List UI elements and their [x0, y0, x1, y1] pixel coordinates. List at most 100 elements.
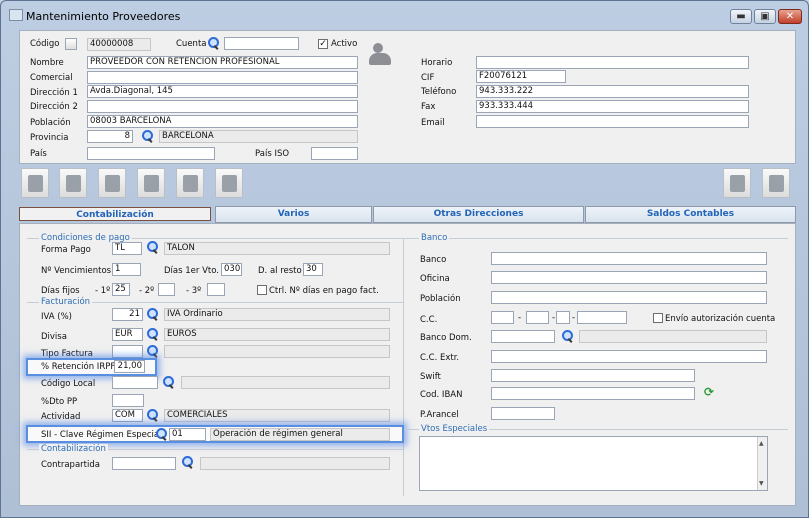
cuenta-search-icon[interactable]: [207, 37, 220, 50]
nombre-field[interactable]: PROVEEDOR CON RETENCIÓN PROFESIONAL: [87, 56, 358, 69]
cuenta-field[interactable]: [224, 37, 299, 50]
direccion1-label: Dirección 1: [30, 88, 78, 98]
contacts-icon[interactable]: [369, 43, 395, 67]
toolbar-delete-icon[interactable]: [215, 168, 243, 198]
d-al-resto-label: D. al resto: [258, 266, 302, 276]
maximize-button[interactable]: ▣: [754, 9, 776, 24]
retencion-label: % Retención IRPF: [41, 362, 116, 372]
ctrl-dias-label: Ctrl. Nº días en pago fact.: [269, 286, 379, 296]
close-button[interactable]: ✕: [778, 9, 802, 24]
toolbar-print-icon[interactable]: [723, 168, 751, 198]
pais-label: País: [30, 149, 47, 159]
vtos-scrollbar[interactable]: ▲ ▼: [757, 437, 767, 490]
codigo-local-search-icon[interactable]: [162, 376, 175, 389]
banco-poblacion-field[interactable]: [491, 291, 767, 304]
iva-label: IVA (%): [41, 312, 73, 322]
p-arancel-field[interactable]: [491, 407, 555, 420]
provincia-code-field[interactable]: 8: [87, 130, 133, 143]
tipo-factura-search-icon[interactable]: [146, 345, 159, 358]
cc-oficina-field[interactable]: [526, 311, 549, 324]
direccion2-field[interactable]: [87, 100, 358, 113]
telefono-field[interactable]: 943.333.222: [476, 85, 749, 98]
comercial-field[interactable]: [87, 71, 358, 84]
cc-extr-field[interactable]: [491, 350, 767, 363]
dto-pp-field[interactable]: [112, 394, 144, 407]
actividad-search-icon[interactable]: [146, 409, 159, 422]
iva-search-icon[interactable]: [146, 308, 159, 321]
iban-field[interactable]: [491, 387, 695, 400]
cc-dc-field[interactable]: [556, 311, 570, 324]
toolbar-first-icon[interactable]: [21, 168, 49, 198]
pais-iso-field[interactable]: [311, 147, 358, 160]
codigo-local-label: Código Local: [41, 379, 96, 389]
toolbar-exit-icon[interactable]: [762, 168, 790, 198]
codigo-local-field[interactable]: [112, 376, 158, 389]
horario-field[interactable]: [476, 56, 749, 69]
scroll-down-icon[interactable]: ▼: [759, 480, 764, 487]
envio-autorizacion-label: Envío autorización cuenta: [665, 314, 776, 324]
dias-1er-vto-field[interactable]: 030: [221, 263, 242, 276]
iban-refresh-icon[interactable]: ⟳: [704, 385, 714, 399]
poblacion-field[interactable]: 08003 BARCELONA: [87, 115, 358, 128]
ctrl-dias-checkbox[interactable]: [257, 285, 267, 295]
dia1-field[interactable]: 25: [112, 283, 130, 296]
contrapartida-search-icon[interactable]: [181, 456, 194, 469]
divisa-name-field: EUROS: [164, 328, 390, 341]
pais-field[interactable]: [87, 147, 215, 160]
banco-label: Banco: [420, 255, 447, 265]
divisa-code-field[interactable]: EUR: [112, 328, 143, 341]
cif-field[interactable]: F20076121: [476, 70, 566, 83]
tipo-factura-field[interactable]: [112, 345, 143, 358]
banco-dom-field[interactable]: [491, 330, 555, 343]
actividad-code-field[interactable]: COM: [112, 409, 143, 422]
dto-pp-label: %Dto PP: [41, 397, 78, 407]
dias-1er-vto-label: Días 1er Vto.: [164, 266, 219, 276]
sii-search-icon[interactable]: [155, 428, 168, 441]
codigo-field[interactable]: 40000008: [87, 38, 151, 51]
forma-pago-code-field[interactable]: TL: [112, 242, 142, 255]
tab-saldos-contables[interactable]: Saldos Contables: [585, 206, 796, 223]
vtos-section-title: Vtos Especiales: [419, 424, 490, 434]
divisa-label: Divisa: [41, 332, 67, 342]
retencion-field[interactable]: 21,00: [114, 360, 145, 373]
toolbar-last-icon[interactable]: [137, 168, 165, 198]
direccion1-field[interactable]: Avda.Diagonal, 145: [87, 85, 358, 98]
forma-pago-label: Forma Pago: [41, 245, 91, 255]
cc-sep-2: -: [552, 313, 556, 323]
toolbar-prev-icon[interactable]: [59, 168, 87, 198]
toolbar-edit-icon[interactable]: [176, 168, 204, 198]
swift-field[interactable]: [491, 369, 695, 382]
minimize-button[interactable]: ▬: [730, 9, 752, 24]
dia2-field[interactable]: [158, 283, 175, 296]
tab-varios[interactable]: Varios: [215, 206, 372, 223]
d-al-resto-field[interactable]: 30: [303, 263, 323, 276]
toolbar-next-icon[interactable]: [98, 168, 126, 198]
codigo-lookup-button[interactable]: [65, 38, 77, 50]
n-vencimientos-field[interactable]: 1: [112, 263, 141, 276]
forma-pago-search-icon[interactable]: [146, 241, 159, 254]
provincia-search-icon[interactable]: [141, 130, 154, 143]
tab-otras-direcciones[interactable]: Otras Direcciones: [373, 206, 584, 223]
activo-checkbox[interactable]: ✓: [318, 39, 328, 49]
contrapartida-field[interactable]: [112, 457, 176, 470]
vtos-especiales-list[interactable]: ▲ ▼: [419, 436, 768, 491]
email-field[interactable]: [476, 115, 749, 128]
oficina-label: Oficina: [420, 274, 450, 284]
divisa-search-icon[interactable]: [146, 328, 159, 341]
oficina-field[interactable]: [491, 271, 767, 284]
envio-autorizacion-checkbox[interactable]: [653, 313, 663, 323]
direccion2-label: Dirección 2: [30, 102, 78, 112]
sii-code-field[interactable]: 01: [169, 428, 206, 441]
banco-field[interactable]: [491, 252, 767, 265]
fax-field[interactable]: 933.333.444: [476, 100, 749, 113]
pais-iso-label: País ISO: [255, 149, 290, 159]
tab-contabilizacion[interactable]: Contabilización: [19, 207, 211, 221]
cc-entidad-field[interactable]: [491, 311, 514, 324]
iva-code-field[interactable]: 21: [112, 308, 143, 321]
sii-label: SII - Clave Régimen Especial: [41, 430, 162, 440]
cc-cuenta-field[interactable]: [577, 311, 627, 324]
banco-dom-search-icon[interactable]: [561, 330, 574, 343]
scroll-up-icon[interactable]: ▲: [759, 440, 764, 447]
contrapartida-label: Contrapartida: [41, 460, 100, 470]
dia3-field[interactable]: [207, 283, 225, 296]
